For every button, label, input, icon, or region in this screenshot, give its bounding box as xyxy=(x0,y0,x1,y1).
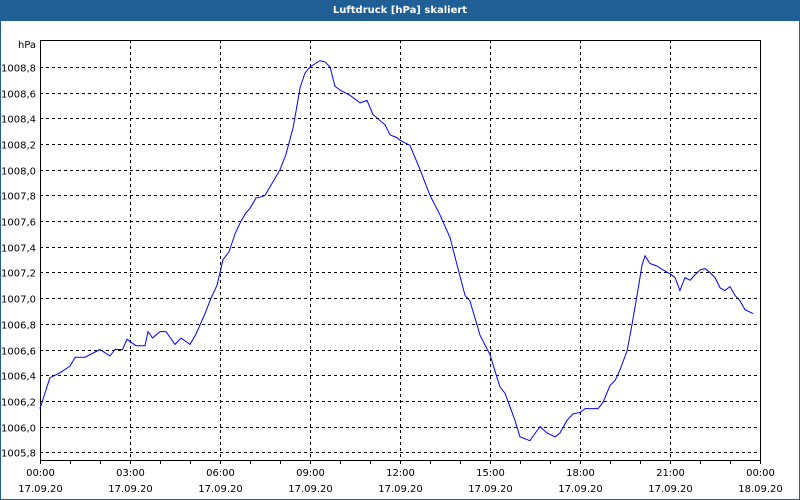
x-tick-date: 17.09.20 xyxy=(648,484,693,495)
pressure-chart: hPa 1005,8 1006,0 1006,2 1006,4 1006,6 1006,8… xyxy=(1,40,783,495)
y-tick-label: 1006,2 xyxy=(1,398,36,409)
x-tick-date: 17.09.20 xyxy=(198,484,243,495)
x-tick-date: 17.09.20 xyxy=(108,484,153,495)
x-tick-time: 18:00 xyxy=(566,468,595,479)
y-tick-label: 1006,4 xyxy=(1,372,36,383)
y-tick-label: 1008,8 xyxy=(1,64,36,75)
y-tick-label: 1005,8 xyxy=(1,449,36,460)
y-tick-label: 1008,4 xyxy=(1,115,36,126)
y-tick-label: 1006,0 xyxy=(1,424,36,435)
x-tick-date: 17.09.20 xyxy=(288,484,333,495)
x-tick-date: 17.09.20 xyxy=(18,484,63,495)
y-tick-label: 1007,8 xyxy=(1,192,36,203)
x-tick-time: 00:00 xyxy=(26,468,55,479)
x-tick-time: 12:00 xyxy=(386,468,415,479)
x-tick-time: 00:00 xyxy=(746,468,775,479)
y-tick-label: 1006,6 xyxy=(1,347,36,358)
x-tick-date: 17.09.20 xyxy=(378,484,423,495)
x-tick-time: 21:00 xyxy=(656,468,685,479)
y-tick-label: 1007,0 xyxy=(1,295,36,306)
x-tick-time: 09:00 xyxy=(296,468,325,479)
x-tick-time: 03:00 xyxy=(116,468,145,479)
x-tick-date: 17.09.20 xyxy=(558,484,603,495)
y-axis-unit: hPa xyxy=(18,40,36,51)
y-tick-label: 1008,0 xyxy=(1,167,36,178)
y-tick-label: 1007,2 xyxy=(1,269,36,280)
y-tick-label: 1007,4 xyxy=(1,244,36,255)
y-tick-label: 1008,2 xyxy=(1,141,36,152)
y-tick-label: 1008,6 xyxy=(1,90,36,101)
y-tick-label: 1006,8 xyxy=(1,321,36,332)
y-tick-label: 1007,6 xyxy=(1,218,36,229)
x-tick-time: 15:00 xyxy=(476,468,505,479)
x-tick-time: 06:00 xyxy=(206,468,235,479)
x-tick-date: 17.09.20 xyxy=(468,484,513,495)
x-tick-date: 18.09.20 xyxy=(738,484,783,495)
